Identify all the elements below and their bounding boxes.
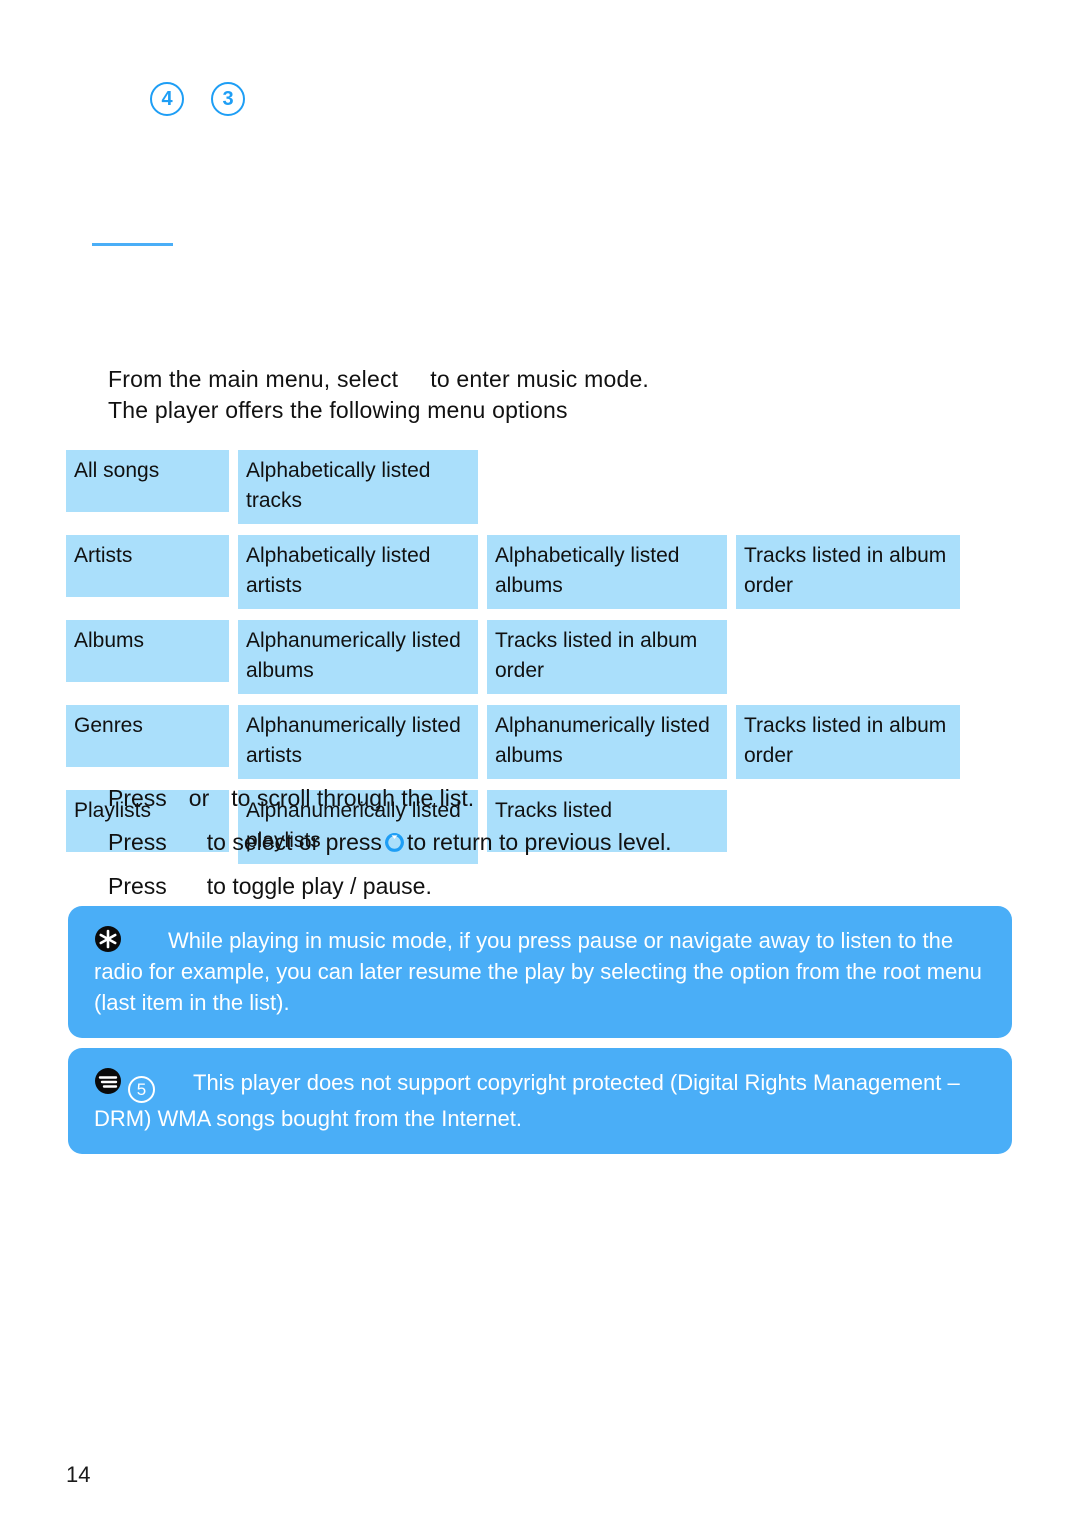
menu-level2-cell: Alphabetically listed artists [238,535,478,609]
menu-name-cell: All songs [66,450,229,512]
press-play-pause-text: to toggle play / pause. [206,873,432,899]
page-number: 14 [66,1462,91,1487]
press-instruction-select: Press to select or press to return to prev… [108,820,988,864]
press-scroll-text: to scroll through the list. [231,785,475,811]
intro-paragraph: From the main menu, select to enter music… [108,364,988,426]
menu-level3-cell: Alphabetically listed albums [487,535,727,609]
step-marker-4: 4 [150,82,184,116]
menu-level2-cell: Alphabetically listed tracks [238,450,478,524]
press-label: Press [108,829,167,855]
press-instruction-play-pause: Press to toggle play / pause. [108,864,988,908]
menu-level4-cell: Tracks listed in album order [736,535,960,609]
intro-line-1-before: From the main menu, select [108,366,399,392]
step-marker-3: 3 [211,82,245,116]
menu-level3-cell: Tracks listed in album order [487,620,727,694]
menu-level3-cell: Alphanumerically listed albums [487,705,727,779]
menu-level2-cell: Alphanumerically listed albums [238,620,478,694]
menu-level2-cell: Alphanumerically listed artists [238,705,478,779]
menu-name-cell: Albums [66,620,229,682]
intro-line-1-after: to enter music mode. [430,366,650,392]
press-select-text: to select or press [206,829,382,855]
menu-level4-cell: Tracks listed in album order [736,705,960,779]
note-lines-icon [94,1067,122,1095]
step-marker-5: 5 [128,1076,155,1103]
asterisk-icon [94,925,122,953]
table-row: Albums Alphanumerically listed albums Tr… [66,620,1006,694]
table-row: Artists Alphabetically listed artists Al… [66,535,1006,609]
table-row: All songs Alphabetically listed tracks [66,450,1006,524]
step-marker-group: 4 3 [150,82,245,116]
press-or-label: or [188,785,210,811]
callout-text: This player does not support copyright p… [94,1070,960,1131]
note-callout-resume-play: While playing in music mode, if you pres… [68,906,1012,1038]
press-label: Press [108,873,167,899]
section-rule [92,243,173,246]
press-instructions: Press or to scroll through the list. Press… [108,776,988,908]
press-instruction-scroll: Press or to scroll through the list. [108,776,988,820]
back-return-icon [385,833,404,852]
menu-name-cell: Artists [66,535,229,597]
press-return-text: to return to previous level. [406,829,672,855]
note-callout-drm: 5 This player does not support copyright … [68,1048,1012,1154]
press-label: Press [108,785,167,811]
table-row: Genres Alphanumerically listed artists A… [66,705,1006,779]
callout-text: While playing in music mode, if you pres… [94,928,982,1015]
intro-line-1: From the main menu, select to enter music… [108,364,988,395]
menu-name-cell: Genres [66,705,229,767]
intro-line-2: The player offers the following menu opt… [108,397,568,423]
